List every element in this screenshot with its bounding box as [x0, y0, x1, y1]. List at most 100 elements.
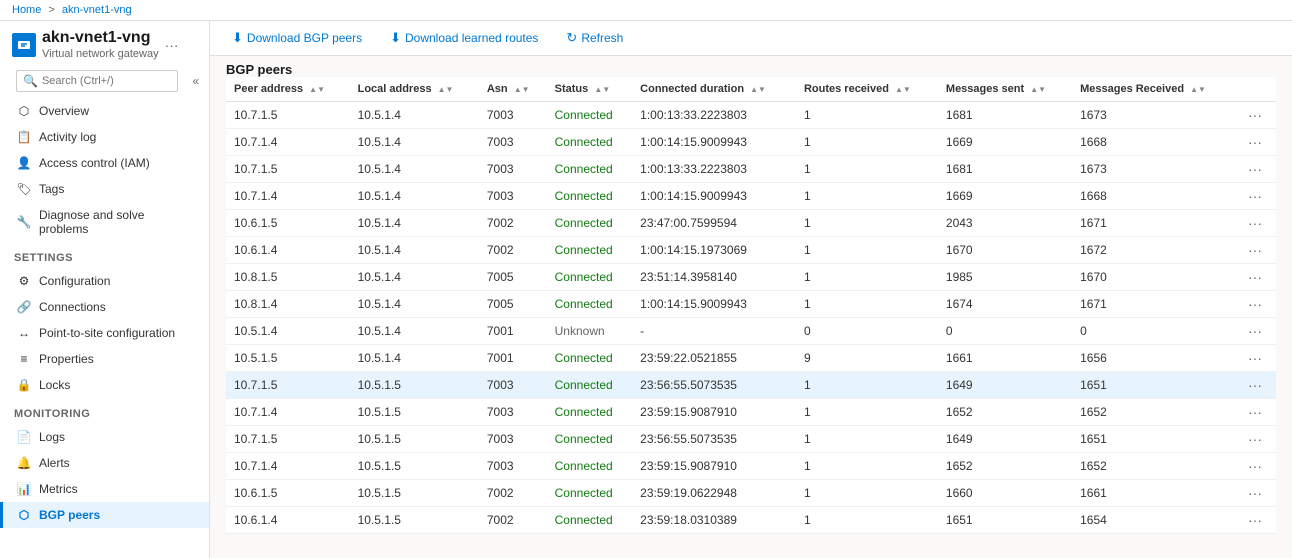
- table-row[interactable]: 10.8.1.5 10.5.1.4 7005 Connected 23:51:1…: [226, 264, 1276, 291]
- row-more-icon[interactable]: ···: [1244, 376, 1266, 394]
- cell-actions[interactable]: ···: [1236, 102, 1276, 129]
- col-connected-duration[interactable]: Connected duration ▲▼: [632, 77, 796, 102]
- sidebar-item-configuration[interactable]: ⚙ Configuration: [0, 268, 209, 294]
- sidebar-item-label: Locks: [39, 378, 70, 392]
- cell-local-address: 10.5.1.4: [350, 156, 479, 183]
- row-more-icon[interactable]: ···: [1244, 187, 1266, 205]
- table-row[interactable]: 10.6.1.4 10.5.1.4 7002 Connected 1:00:14…: [226, 237, 1276, 264]
- table-row[interactable]: 10.7.1.5 10.5.1.4 7003 Connected 1:00:13…: [226, 102, 1276, 129]
- row-more-icon[interactable]: ···: [1244, 106, 1266, 124]
- table-row[interactable]: 10.7.1.4 10.5.1.5 7003 Connected 23:59:1…: [226, 399, 1276, 426]
- sidebar-item-alerts[interactable]: 🔔 Alerts: [0, 450, 209, 476]
- row-more-icon[interactable]: ···: [1244, 322, 1266, 340]
- breadcrumb-resource[interactable]: akn-vnet1-vng: [62, 4, 132, 16]
- sidebar-item-activity-log[interactable]: 📋 Activity log: [0, 124, 209, 150]
- cell-actions[interactable]: ···: [1236, 507, 1276, 534]
- sidebar-item-connections[interactable]: 🔗 Connections: [0, 294, 209, 320]
- cell-actions[interactable]: ···: [1236, 318, 1276, 345]
- sidebar-item-tags[interactable]: 🏷 Tags: [0, 176, 209, 202]
- cell-actions[interactable]: ···: [1236, 237, 1276, 264]
- table-section-label: BGP peers: [210, 56, 1292, 77]
- sidebar-item-label: Properties: [39, 352, 94, 366]
- top-breadcrumb: Home > akn-vnet1-vng: [0, 0, 1292, 21]
- breadcrumb-home[interactable]: Home: [12, 4, 41, 16]
- row-more-icon[interactable]: ···: [1244, 160, 1266, 178]
- cell-actions[interactable]: ···: [1236, 264, 1276, 291]
- download-bgp-button[interactable]: ⬇ Download BGP peers: [226, 27, 368, 49]
- cell-duration: 23:59:18.0310389: [632, 507, 796, 534]
- bgp-peers-table: Peer address ▲▼ Local address ▲▼ Asn ▲▼ …: [226, 77, 1276, 534]
- row-more-icon[interactable]: ···: [1244, 295, 1266, 313]
- row-more-icon[interactable]: ···: [1244, 133, 1266, 151]
- collapse-sidebar-button[interactable]: «: [188, 72, 203, 90]
- sidebar-item-bgp-peers[interactable]: ⬡ BGP peers: [0, 502, 209, 528]
- cell-duration: 23:47:00.7599594: [632, 210, 796, 237]
- sidebar-resource-name: akn-vnet1-vng: [42, 29, 159, 47]
- col-routes-received[interactable]: Routes received ▲▼: [796, 77, 938, 102]
- row-more-icon[interactable]: ···: [1244, 214, 1266, 232]
- col-messages-received[interactable]: Messages Received ▲▼: [1072, 77, 1236, 102]
- table-row[interactable]: 10.7.1.5 10.5.1.5 7003 Connected 23:56:5…: [226, 426, 1276, 453]
- cell-actions[interactable]: ···: [1236, 156, 1276, 183]
- cell-duration: 23:59:19.0622948: [632, 480, 796, 507]
- cell-received: 0: [1072, 318, 1236, 345]
- row-more-icon[interactable]: ···: [1244, 457, 1266, 475]
- table-row[interactable]: 10.6.1.5 10.5.1.5 7002 Connected 23:59:1…: [226, 480, 1276, 507]
- table-row[interactable]: 10.5.1.5 10.5.1.4 7001 Connected 23:59:2…: [226, 345, 1276, 372]
- table-row[interactable]: 10.7.1.4 10.5.1.4 7003 Connected 1:00:14…: [226, 183, 1276, 210]
- cell-routes: 1: [796, 129, 938, 156]
- cell-actions[interactable]: ···: [1236, 426, 1276, 453]
- cell-actions[interactable]: ···: [1236, 372, 1276, 399]
- cell-peer-address: 10.7.1.5: [226, 102, 350, 129]
- row-more-icon[interactable]: ···: [1244, 430, 1266, 448]
- cell-duration: -: [632, 318, 796, 345]
- col-status[interactable]: Status ▲▼: [547, 77, 633, 102]
- table-row[interactable]: 10.8.1.4 10.5.1.4 7005 Connected 1:00:14…: [226, 291, 1276, 318]
- refresh-icon: ↻: [566, 30, 577, 46]
- cell-duration: 1:00:14:15.9009943: [632, 291, 796, 318]
- cell-status: Connected: [547, 129, 633, 156]
- table-row[interactable]: 10.7.1.5 10.5.1.5 7003 Connected 23:56:5…: [226, 372, 1276, 399]
- col-messages-sent[interactable]: Messages sent ▲▼: [938, 77, 1072, 102]
- cell-actions[interactable]: ···: [1236, 345, 1276, 372]
- sidebar-item-iam[interactable]: 👤 Access control (IAM): [0, 150, 209, 176]
- sidebar-item-logs[interactable]: 📄 Logs: [0, 424, 209, 450]
- table-row[interactable]: 10.6.1.5 10.5.1.4 7002 Connected 23:47:0…: [226, 210, 1276, 237]
- cell-actions[interactable]: ···: [1236, 453, 1276, 480]
- cell-actions[interactable]: ···: [1236, 129, 1276, 156]
- sidebar-item-locks[interactable]: 🔒 Locks: [0, 372, 209, 398]
- cell-actions[interactable]: ···: [1236, 399, 1276, 426]
- col-peer-address[interactable]: Peer address ▲▼: [226, 77, 350, 102]
- sidebar-item-label: Alerts: [39, 456, 70, 470]
- row-more-icon[interactable]: ···: [1244, 484, 1266, 502]
- row-more-icon[interactable]: ···: [1244, 241, 1266, 259]
- sidebar-item-diagnose[interactable]: 🔧 Diagnose and solve problems: [0, 202, 209, 242]
- sidebar-item-p2s[interactable]: ↔ Point-to-site configuration: [0, 320, 209, 346]
- cell-actions[interactable]: ···: [1236, 480, 1276, 507]
- row-more-icon[interactable]: ···: [1244, 403, 1266, 421]
- cell-actions[interactable]: ···: [1236, 291, 1276, 318]
- col-asn[interactable]: Asn ▲▼: [479, 77, 547, 102]
- cell-actions[interactable]: ···: [1236, 183, 1276, 210]
- cell-local-address: 10.5.1.4: [350, 183, 479, 210]
- download-routes-button[interactable]: ⬇ Download learned routes: [384, 27, 544, 49]
- table-row[interactable]: 10.7.1.4 10.5.1.4 7003 Connected 1:00:14…: [226, 129, 1276, 156]
- sidebar-item-properties[interactable]: ≡ Properties: [0, 346, 209, 372]
- table-row[interactable]: 10.7.1.4 10.5.1.5 7003 Connected 23:59:1…: [226, 453, 1276, 480]
- col-local-address[interactable]: Local address ▲▼: [350, 77, 479, 102]
- cell-local-address: 10.5.1.5: [350, 426, 479, 453]
- table-row[interactable]: 10.7.1.5 10.5.1.4 7003 Connected 1:00:13…: [226, 156, 1276, 183]
- sidebar-item-overview[interactable]: ⬡ Overview: [0, 98, 209, 124]
- refresh-button[interactable]: ↻ Refresh: [560, 27, 629, 49]
- row-more-icon[interactable]: ···: [1244, 349, 1266, 367]
- row-more-icon[interactable]: ···: [1244, 511, 1266, 529]
- table-row[interactable]: 10.6.1.4 10.5.1.5 7002 Connected 23:59:1…: [226, 507, 1276, 534]
- cell-actions[interactable]: ···: [1236, 210, 1276, 237]
- more-options-icon[interactable]: ···: [165, 37, 179, 53]
- row-more-icon[interactable]: ···: [1244, 268, 1266, 286]
- sidebar-item-label: Connections: [39, 300, 106, 314]
- search-input[interactable]: [42, 75, 171, 87]
- table-row[interactable]: 10.5.1.4 10.5.1.4 7001 Unknown - 0 0 0 ·…: [226, 318, 1276, 345]
- cell-routes: 1: [796, 426, 938, 453]
- sidebar-item-metrics[interactable]: 📊 Metrics: [0, 476, 209, 502]
